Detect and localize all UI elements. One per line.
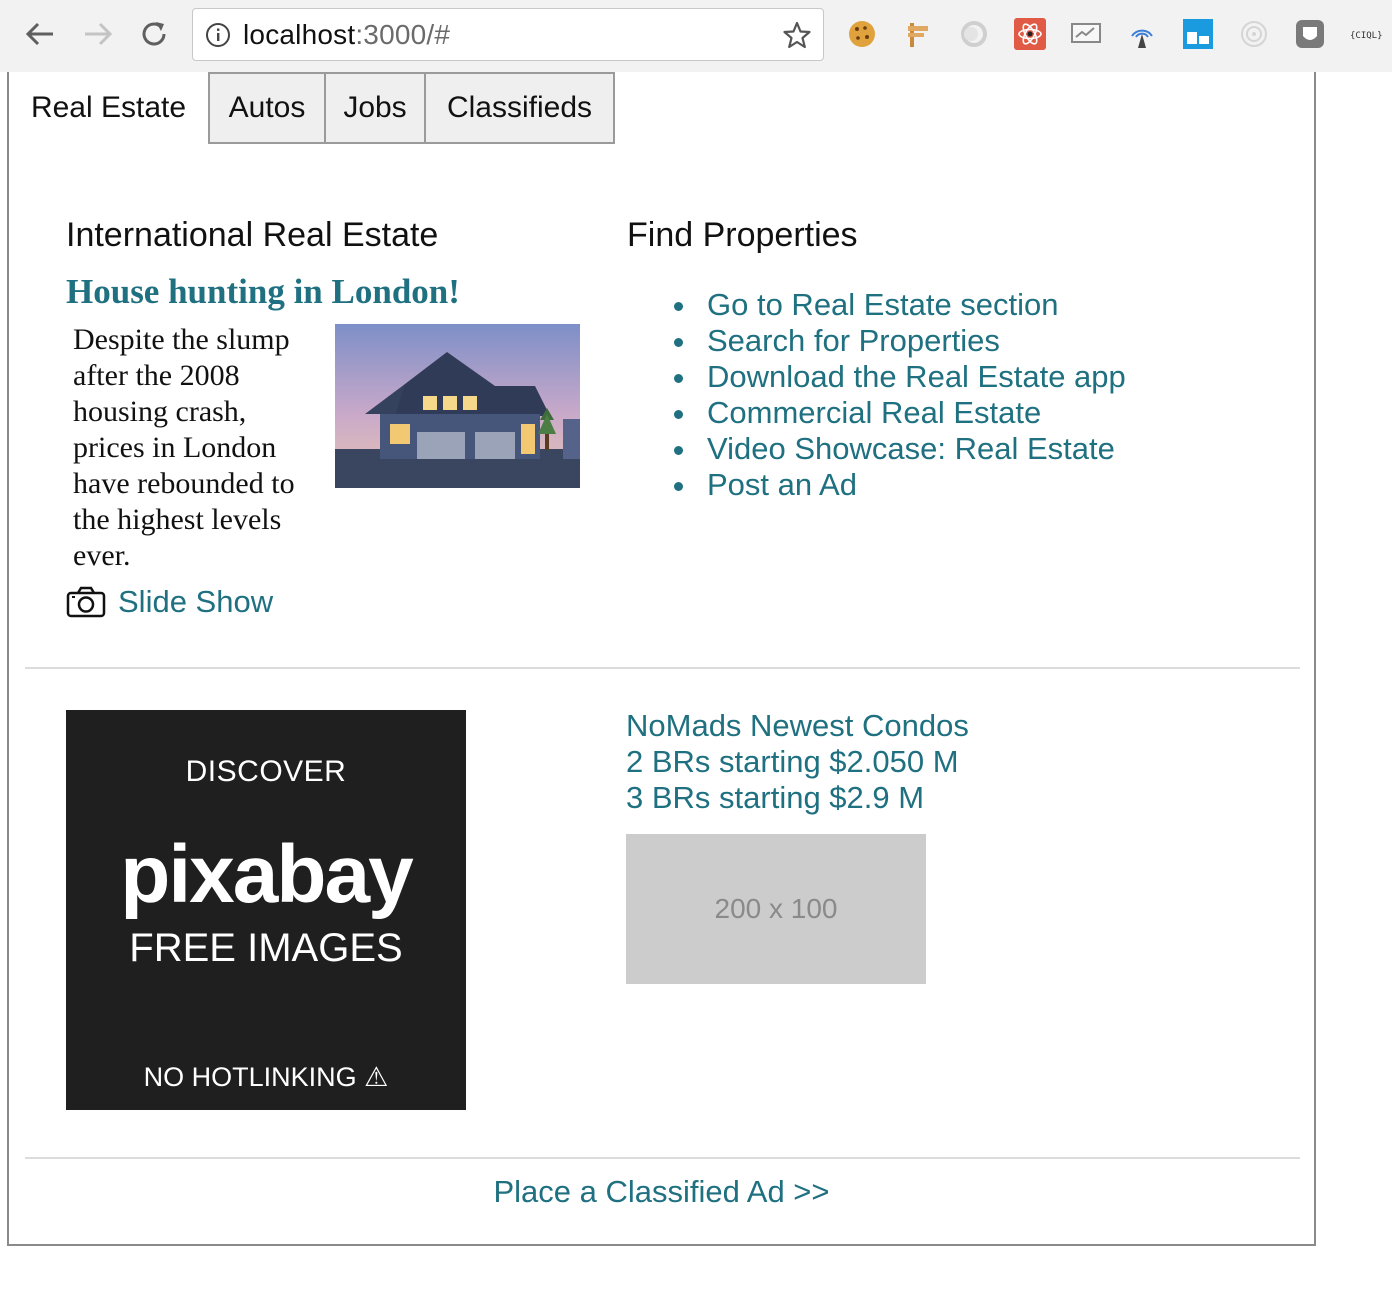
image-placeholder[interactable]: 200 x 100	[626, 834, 926, 984]
page-frame: Real Estate Autos Jobs Classifieds Inter…	[7, 72, 1316, 1246]
address-bar[interactable]: localhost:3000/#	[192, 8, 824, 61]
find-properties-list: Go to Real Estate section Search for Pro…	[674, 287, 1126, 503]
condo-3br-link[interactable]: 3 BRs starting $2.9 M	[626, 780, 969, 816]
tab-autos[interactable]: Autos	[208, 72, 326, 144]
tab-classifieds[interactable]: Classifieds	[424, 72, 615, 144]
place-classified-ad-link[interactable]: Place a Classified Ad >>	[9, 1174, 1314, 1210]
link-download-app[interactable]: Download the Real Estate app	[674, 359, 1126, 395]
back-button[interactable]	[22, 14, 58, 54]
ad-free-images-text: FREE IMAGES	[129, 926, 403, 970]
condo-headline-link[interactable]: NoMads Newest Condos	[626, 708, 969, 744]
grey-swirl-extension-icon[interactable]	[957, 17, 991, 51]
cookie-extension-icon[interactable]	[845, 17, 879, 51]
forward-button[interactable]	[80, 14, 116, 54]
url-text: localhost:3000/#	[243, 19, 450, 51]
target-extension-icon[interactable]	[1237, 17, 1271, 51]
info-icon[interactable]	[205, 22, 231, 48]
signpost-extension-icon[interactable]	[901, 17, 935, 51]
slideshow-link[interactable]: Slide Show	[66, 584, 273, 620]
broadcast-extension-icon[interactable]	[1125, 17, 1159, 51]
find-properties-title: Find Properties	[627, 216, 858, 254]
divider	[25, 1157, 1300, 1159]
window-extension-icon[interactable]	[1181, 17, 1215, 51]
url-path: :3000/#	[355, 18, 451, 50]
tab-real-estate[interactable]: Real Estate	[9, 72, 208, 144]
link-commercial-real-estate[interactable]: Commercial Real Estate	[674, 395, 1126, 431]
intl-section-title: International Real Estate	[66, 216, 439, 254]
slideshow-label: Slide Show	[118, 584, 274, 619]
link-search-properties[interactable]: Search for Properties	[674, 323, 1126, 359]
tab-jobs[interactable]: Jobs	[324, 72, 426, 144]
article-story: Despite the slump after the 2008 housing…	[73, 323, 295, 572]
svg-text:{CIQL}: {CIQL}	[1350, 31, 1383, 41]
arrow-right-icon	[85, 22, 113, 46]
condo-2br-link[interactable]: 2 BRs starting $2.050 M	[626, 744, 969, 780]
article-headline[interactable]: House hunting in London!	[66, 272, 460, 312]
ad-no-hotlinking-text: NO HOTLINKING ⚠	[143, 1062, 389, 1092]
shield-extension-icon[interactable]	[1293, 17, 1327, 51]
bookmark-star-icon[interactable]	[783, 21, 811, 54]
ad-discover-text: DISCOVER	[185, 755, 347, 788]
arrow-left-icon	[25, 22, 53, 46]
monitor-extension-icon[interactable]	[1069, 17, 1103, 51]
ciql-extension-icon[interactable]: {CIQL}	[1349, 17, 1383, 51]
pixabay-ad-banner[interactable]: DISCOVER pixabay FREE IMAGES NO HOTLINKI…	[66, 710, 466, 1110]
link-post-an-ad[interactable]: Post an Ad	[674, 467, 1126, 503]
camera-icon	[66, 586, 106, 618]
link-video-showcase[interactable]: Video Showcase: Real Estate	[674, 431, 1126, 467]
condo-ad-links: NoMads Newest Condos 2 BRs starting $2.0…	[626, 708, 969, 816]
reload-button[interactable]	[136, 14, 172, 54]
browser-toolbar: localhost:3000/# {CIQL}	[0, 0, 1392, 72]
divider	[25, 667, 1300, 669]
pixabay-logo: pixabay	[120, 829, 413, 920]
react-devtools-icon[interactable]	[1013, 17, 1047, 51]
reload-icon	[142, 22, 166, 46]
link-real-estate-section[interactable]: Go to Real Estate section	[674, 287, 1126, 323]
url-host: localhost	[243, 18, 356, 50]
house-photo[interactable]	[335, 324, 580, 488]
